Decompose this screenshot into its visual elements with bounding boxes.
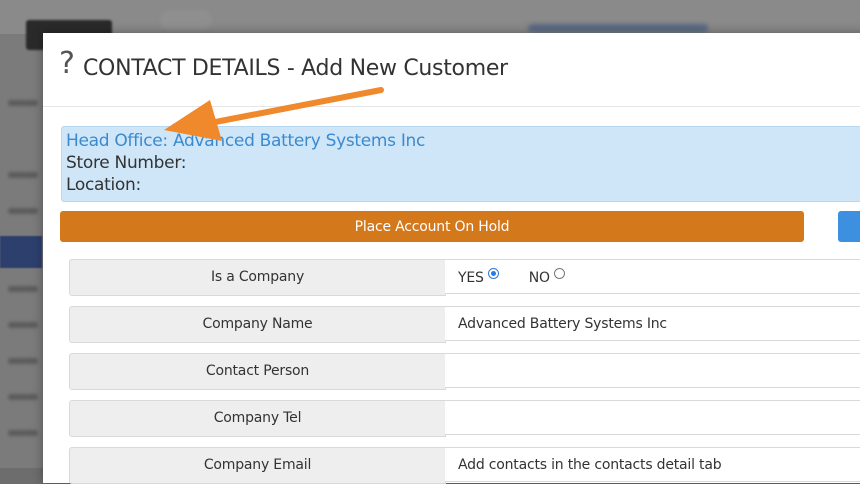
- head-office-line: Head Office: Advanced Battery Systems In…: [66, 131, 425, 151]
- location-label: Location:: [66, 175, 141, 195]
- background-link: [528, 24, 708, 32]
- no-label: NO: [528, 269, 550, 286]
- background-sidebar-item: [8, 430, 38, 436]
- location-line: Location:: [66, 175, 141, 195]
- form-row-company-email: Company Email Add contacts in the contac…: [69, 447, 860, 484]
- form-row-is-company: Is a Company YES NO: [69, 259, 860, 296]
- yes-radio[interactable]: [487, 268, 499, 279]
- company-tel-field[interactable]: [445, 400, 860, 435]
- place-account-on-hold-button[interactable]: Place Account On Hold: [60, 211, 804, 242]
- store-number-label: Store Number:: [66, 153, 187, 173]
- customer-info-box: Head Office: Advanced Battery Systems In…: [61, 126, 860, 202]
- company-name-label: Company Name: [69, 306, 446, 343]
- background-sidebar-item: [8, 100, 38, 106]
- background-sidebar-item: [8, 172, 38, 178]
- background-sidebar-item: [8, 322, 38, 328]
- store-number-line: Store Number:: [66, 153, 186, 173]
- is-company-value: YES NO: [445, 259, 860, 294]
- is-company-label: Is a Company: [69, 259, 446, 296]
- background-nav-pill: [160, 10, 212, 30]
- is-company-radio-group: YES NO: [458, 260, 565, 293]
- yes-label: YES: [458, 269, 484, 286]
- company-email-field[interactable]: Add contacts in the contacts detail tab: [445, 447, 860, 482]
- background-sidebar-active-item: [0, 236, 42, 268]
- secondary-action-button[interactable]: [838, 211, 860, 242]
- contact-details-modal: ? CONTACT DETAILS - Add New Customer Hea…: [43, 33, 860, 484]
- company-email-label: Company Email: [69, 447, 446, 484]
- background-sidebar-item: [8, 286, 38, 292]
- contact-person-field[interactable]: [445, 353, 860, 388]
- background-sidebar-item: [8, 394, 38, 400]
- background-header: [0, 0, 860, 34]
- form-row-contact-person: Contact Person: [69, 353, 860, 390]
- background-sidebar: [0, 80, 42, 468]
- no-radio[interactable]: [553, 268, 565, 279]
- modal-title: CONTACT DETAILS - Add New Customer: [83, 56, 508, 81]
- background-sidebar-item: [8, 358, 38, 364]
- help-question-icon[interactable]: ?: [59, 49, 75, 79]
- contact-person-label: Contact Person: [69, 353, 446, 390]
- modal-header: ? CONTACT DETAILS - Add New Customer: [43, 33, 860, 107]
- background-sidebar-item: [8, 208, 38, 214]
- form-row-company-tel: Company Tel: [69, 400, 860, 437]
- head-office-value[interactable]: Advanced Battery Systems Inc: [173, 131, 425, 151]
- head-office-label: Head Office:: [66, 131, 168, 151]
- company-tel-label: Company Tel: [69, 400, 446, 437]
- company-name-field[interactable]: Advanced Battery Systems Inc: [445, 306, 860, 341]
- form-row-company-name: Company Name Advanced Battery Systems In…: [69, 306, 860, 343]
